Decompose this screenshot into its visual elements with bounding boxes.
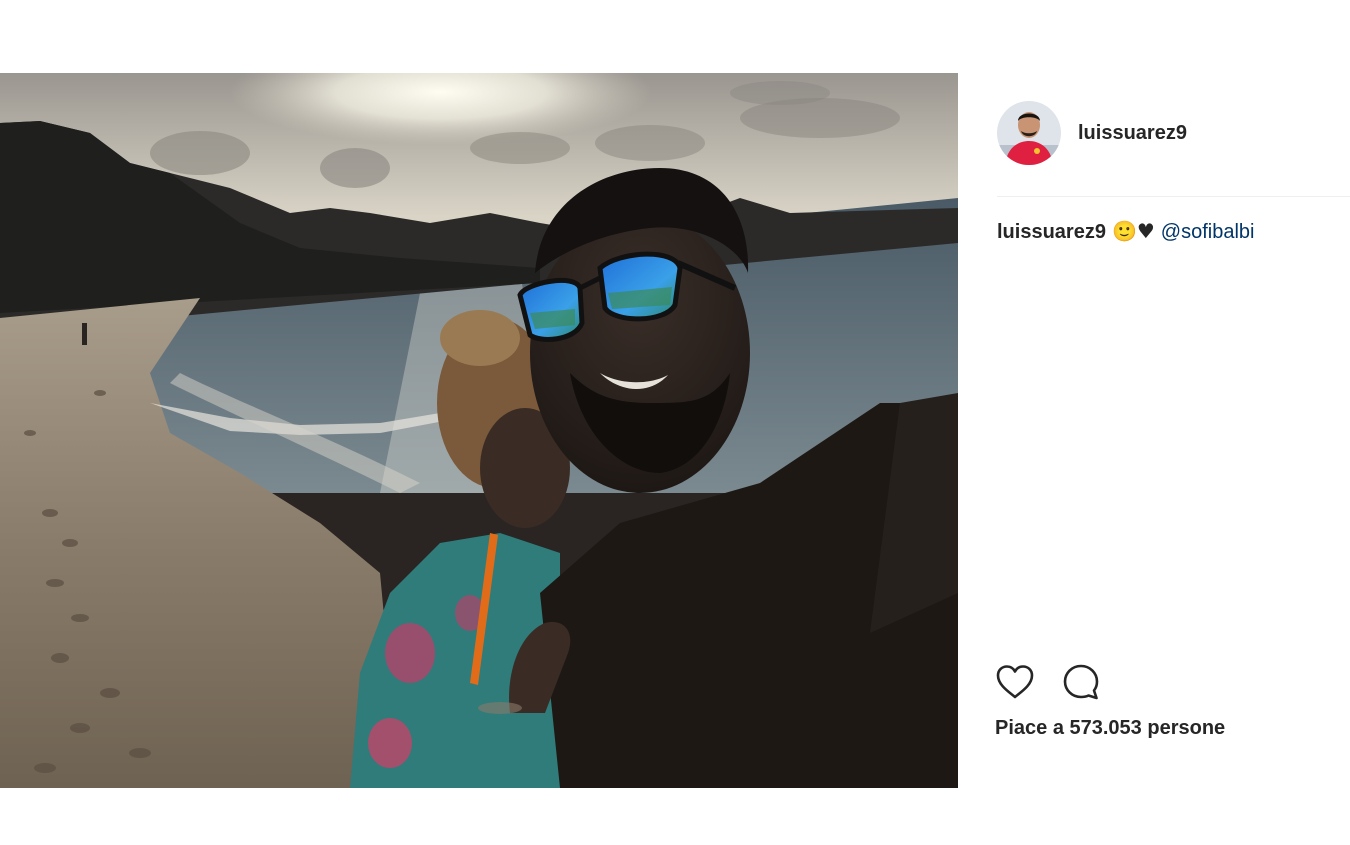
caption-emoji: 🙂♥	[1111, 219, 1155, 243]
post-caption: luissuarez9 🙂♥ @sofibalbi	[997, 219, 1254, 244]
post-author-username[interactable]: luissuarez9	[1078, 122, 1187, 145]
comment-button[interactable]	[1060, 661, 1102, 703]
post-sidebar: luissuarez9 luissuarez9 🙂♥ @sofibalbi Piac…	[960, 73, 1350, 788]
instagram-post: luissuarez9 luissuarez9 🙂♥ @sofibalbi Piac…	[0, 0, 1350, 845]
like-button[interactable]	[994, 661, 1036, 703]
likes-count[interactable]: Piace a 573.053 persone	[995, 717, 1225, 740]
caption-username[interactable]: luissuarez9	[997, 221, 1106, 243]
comment-icon	[1063, 664, 1099, 700]
heart-icon	[996, 665, 1034, 699]
header-divider	[997, 196, 1350, 197]
caption-mention-link[interactable]: @sofibalbi	[1161, 221, 1255, 243]
profile-avatar[interactable]	[997, 101, 1061, 165]
post-header: luissuarez9	[997, 101, 1187, 165]
avatar-image	[997, 101, 1061, 165]
post-photo[interactable]	[0, 73, 958, 788]
post-actions	[994, 661, 1102, 703]
beach-selfie-photo	[0, 73, 958, 788]
